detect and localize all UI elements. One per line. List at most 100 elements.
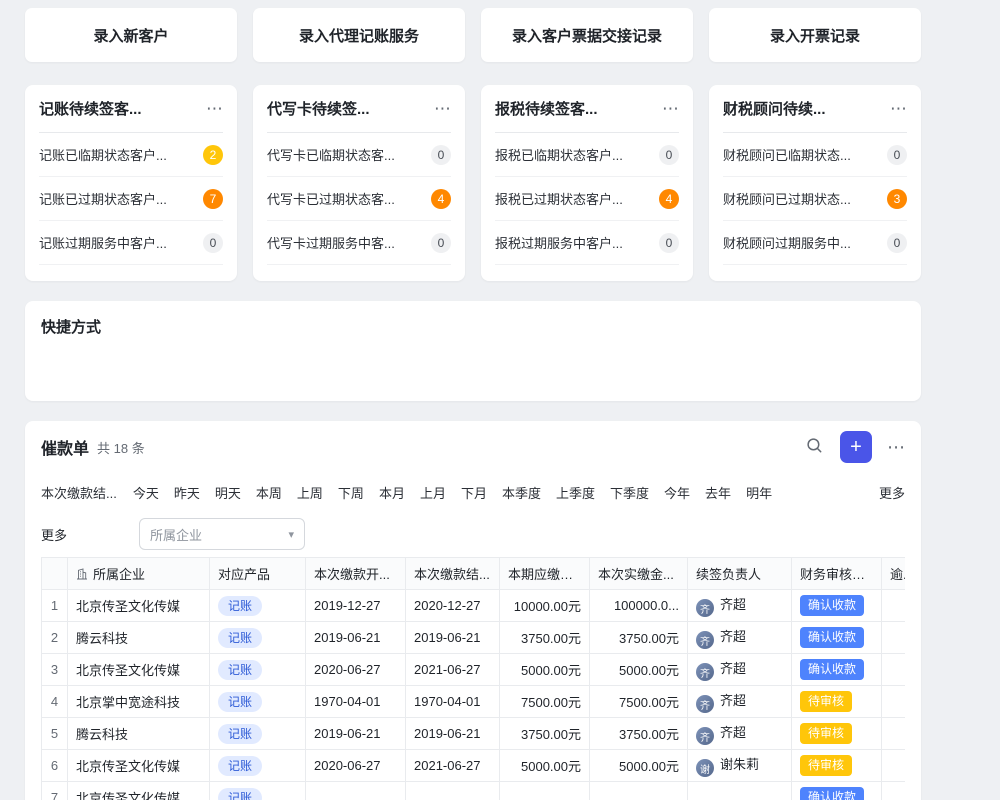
enterprise-filter-select[interactable]: 所属企业 ▾ — [139, 518, 305, 550]
column-header-company[interactable]: 所属企业 — [68, 558, 210, 590]
date-filter-option[interactable]: 昨天 — [174, 483, 200, 502]
stat-list-item[interactable]: 财税顾问已临期状态...0 — [723, 133, 907, 177]
due-amount-cell[interactable] — [500, 782, 590, 800]
stat-list-item[interactable]: 代写卡过期服务中客...0 — [267, 221, 451, 265]
paid-amount-cell[interactable] — [590, 782, 688, 800]
company-cell[interactable]: 北京传圣文化传媒 — [68, 782, 210, 800]
start-date-cell[interactable] — [306, 782, 406, 800]
date-filter-option[interactable]: 上月 — [420, 483, 446, 502]
end-date-cell[interactable]: 2019-06-21 — [406, 718, 500, 750]
company-cell[interactable]: 北京传圣文化传媒 — [68, 750, 210, 782]
column-header-end[interactable]: 本次缴款结... — [406, 558, 500, 590]
overdue-cell[interactable] — [882, 750, 906, 782]
product-cell[interactable]: 记账 — [210, 590, 306, 622]
table-row[interactable]: 6北京传圣文化传媒记账2020-06-272021-06-275000.00元5… — [42, 750, 906, 782]
paid-amount-cell[interactable]: 7500.00元 — [590, 686, 688, 718]
product-cell[interactable]: 记账 — [210, 622, 306, 654]
table-row[interactable]: 5腾云科技记账2019-06-212019-06-213750.00元3750.… — [42, 718, 906, 750]
table-row[interactable]: 3北京传圣文化传媒记账2020-06-272021-06-275000.00元5… — [42, 654, 906, 686]
table-row[interactable]: 7北京传圣文化传媒记账确认收款 — [42, 782, 906, 800]
stat-list-item[interactable]: 记账过期服务中客户...0 — [39, 221, 223, 265]
table-row[interactable]: 4北京掌中宽途科技记账1970-04-011970-04-017500.00元7… — [42, 686, 906, 718]
overdue-cell[interactable] — [882, 622, 906, 654]
date-filter-option[interactable]: 今天 — [133, 483, 159, 502]
column-header-product[interactable]: 对应产品 — [210, 558, 306, 590]
owner-cell[interactable]: 谢谢朱莉 — [688, 750, 792, 782]
owner-cell[interactable]: 齐齐超 — [688, 718, 792, 750]
end-date-cell[interactable]: 2021-06-27 — [406, 654, 500, 686]
column-header-paid[interactable]: 本次实缴金... — [590, 558, 688, 590]
due-amount-cell[interactable]: 3750.00元 — [500, 622, 590, 654]
table-row[interactable]: 2腾云科技记账2019-06-212019-06-213750.00元3750.… — [42, 622, 906, 654]
overdue-cell[interactable] — [882, 782, 906, 800]
overdue-cell[interactable] — [882, 718, 906, 750]
due-amount-cell[interactable]: 10000.00元 — [500, 590, 590, 622]
company-cell[interactable]: 北京传圣文化传媒 — [68, 590, 210, 622]
column-header-due[interactable]: 本期应缴金... — [500, 558, 590, 590]
paid-amount-cell[interactable]: 3750.00元 — [590, 622, 688, 654]
date-filter-option[interactable]: 上周 — [297, 483, 323, 502]
quick-entry-bookkeeping-service-button[interactable]: 录入代理记账服务 — [253, 8, 465, 62]
owner-cell[interactable]: 齐齐超 — [688, 686, 792, 718]
start-date-cell[interactable]: 2020-06-27 — [306, 750, 406, 782]
company-cell[interactable]: 北京掌中宽途科技 — [68, 686, 210, 718]
column-header-overdue[interactable]: 逾... — [882, 558, 906, 590]
due-amount-cell[interactable]: 3750.00元 — [500, 718, 590, 750]
more-filters-label[interactable]: 更多 — [41, 525, 67, 544]
company-cell[interactable]: 腾云科技 — [68, 622, 210, 654]
add-record-button[interactable]: + — [840, 431, 872, 463]
start-date-cell[interactable]: 2019-06-21 — [306, 718, 406, 750]
end-date-cell[interactable]: 1970-04-01 — [406, 686, 500, 718]
product-cell[interactable]: 记账 — [210, 718, 306, 750]
owner-cell[interactable]: 齐齐超 — [688, 654, 792, 686]
stat-list-item[interactable]: 代写卡已过期状态客...4 — [267, 177, 451, 221]
date-filter-option[interactable]: 上季度 — [556, 483, 595, 502]
status-cell[interactable]: 确认收款 — [792, 590, 882, 622]
date-filter-option[interactable]: 明天 — [215, 483, 241, 502]
start-date-cell[interactable]: 2019-12-27 — [306, 590, 406, 622]
status-cell[interactable]: 确认收款 — [792, 782, 882, 800]
more-icon[interactable]: ⋯ — [890, 100, 907, 117]
status-cell[interactable]: 确认收款 — [792, 622, 882, 654]
date-filter-option[interactable]: 下周 — [338, 483, 364, 502]
date-filter-option[interactable]: 去年 — [705, 483, 731, 502]
more-date-filters[interactable]: 更多 — [879, 483, 905, 502]
overdue-cell[interactable] — [882, 686, 906, 718]
more-icon[interactable]: ⋯ — [434, 100, 451, 117]
stat-list-item[interactable]: 报税过期服务中客户...0 — [495, 221, 679, 265]
end-date-cell[interactable] — [406, 782, 500, 800]
quick-entry-new-customer-button[interactable]: 录入新客户 — [25, 8, 237, 62]
date-filter-option[interactable]: 下月 — [461, 483, 487, 502]
owner-cell[interactable] — [688, 782, 792, 800]
paid-amount-cell[interactable]: 100000.0... — [590, 590, 688, 622]
table-row[interactable]: 1北京传圣文化传媒记账2019-12-272020-12-2710000.00元… — [42, 590, 906, 622]
due-amount-cell[interactable]: 5000.00元 — [500, 654, 590, 686]
records-table-wrapper[interactable]: 所属企业对应产品本次缴款开...本次缴款结...本期应缴金...本次实缴金...… — [41, 557, 905, 800]
paid-amount-cell[interactable]: 5000.00元 — [590, 654, 688, 686]
date-filter-option[interactable]: 明年 — [746, 483, 772, 502]
end-date-cell[interactable]: 2019-06-21 — [406, 622, 500, 654]
end-date-cell[interactable]: 2021-06-27 — [406, 750, 500, 782]
status-cell[interactable]: 待审核 — [792, 718, 882, 750]
paid-amount-cell[interactable]: 3750.00元 — [590, 718, 688, 750]
product-cell[interactable]: 记账 — [210, 782, 306, 800]
company-cell[interactable]: 腾云科技 — [68, 718, 210, 750]
start-date-cell[interactable]: 2019-06-21 — [306, 622, 406, 654]
more-icon[interactable]: ⋯ — [887, 438, 905, 456]
column-header-owner[interactable]: 续签负责人 — [688, 558, 792, 590]
stat-list-item[interactable]: 报税已过期状态客户...4 — [495, 177, 679, 221]
due-amount-cell[interactable]: 5000.00元 — [500, 750, 590, 782]
status-cell[interactable]: 待审核 — [792, 750, 882, 782]
owner-cell[interactable]: 齐齐超 — [688, 590, 792, 622]
start-date-cell[interactable]: 1970-04-01 — [306, 686, 406, 718]
more-icon[interactable]: ⋯ — [206, 100, 223, 117]
product-cell[interactable]: 记账 — [210, 750, 306, 782]
date-filter-option[interactable]: 本周 — [256, 483, 282, 502]
start-date-cell[interactable]: 2020-06-27 — [306, 654, 406, 686]
status-cell[interactable]: 待审核 — [792, 686, 882, 718]
stat-list-item[interactable]: 财税顾问过期服务中...0 — [723, 221, 907, 265]
column-header-status[interactable]: 财务审核状... — [792, 558, 882, 590]
more-icon[interactable]: ⋯ — [662, 100, 679, 117]
stat-list-item[interactable]: 记账已过期状态客户...7 — [39, 177, 223, 221]
date-filter-option[interactable]: 本季度 — [502, 483, 541, 502]
